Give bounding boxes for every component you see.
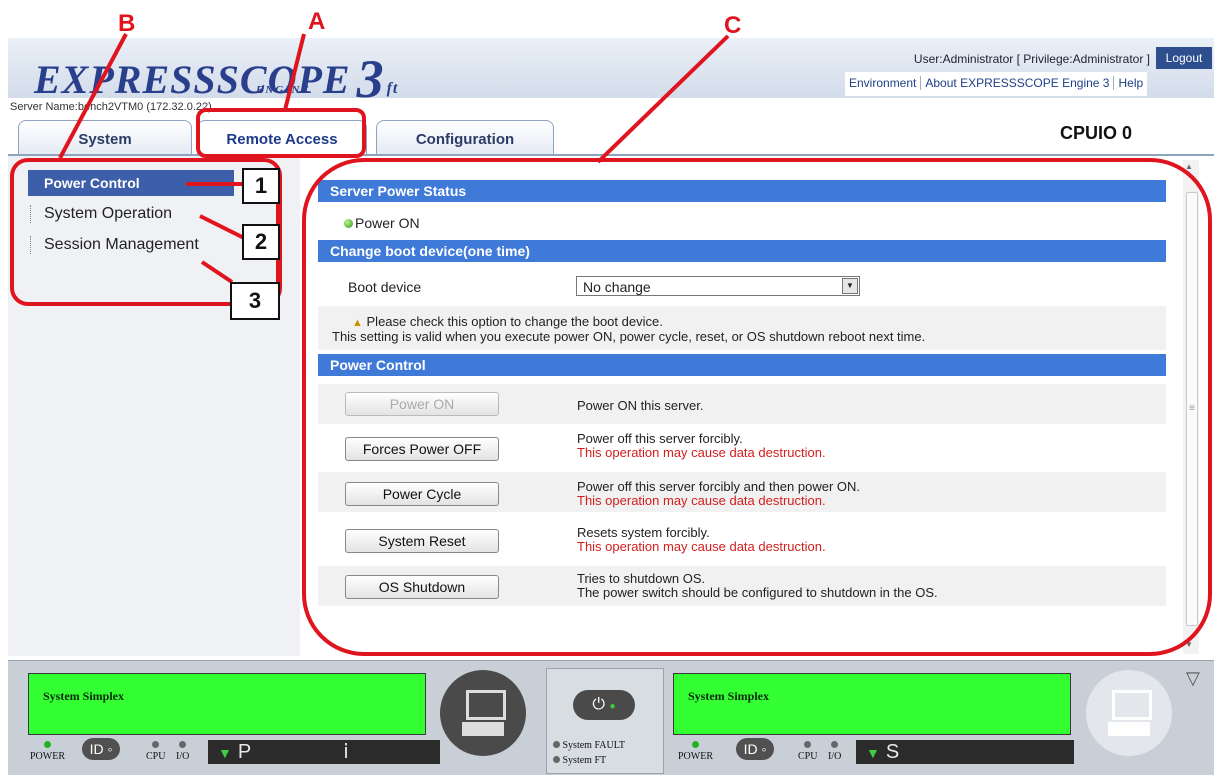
annotation-number-3: 3 — [230, 282, 280, 320]
annotation-line-b — [58, 33, 128, 159]
annotation-line-3 — [200, 260, 234, 284]
annotation-number-2: 2 — [242, 224, 280, 260]
annotation-region-c — [302, 158, 1212, 656]
annotation-number-1: 1 — [242, 168, 280, 204]
annotation-overlay — [10, 33, 1212, 656]
annotation-letter-a: A — [308, 8, 326, 35]
annotation-letter-b: B — [118, 10, 136, 37]
annotation-region-a — [196, 108, 366, 158]
annotation-line-2 — [199, 214, 245, 240]
annotation-letter-c: C — [724, 12, 742, 39]
annotation-line-a — [283, 33, 306, 111]
annotation-line-c — [596, 34, 730, 164]
